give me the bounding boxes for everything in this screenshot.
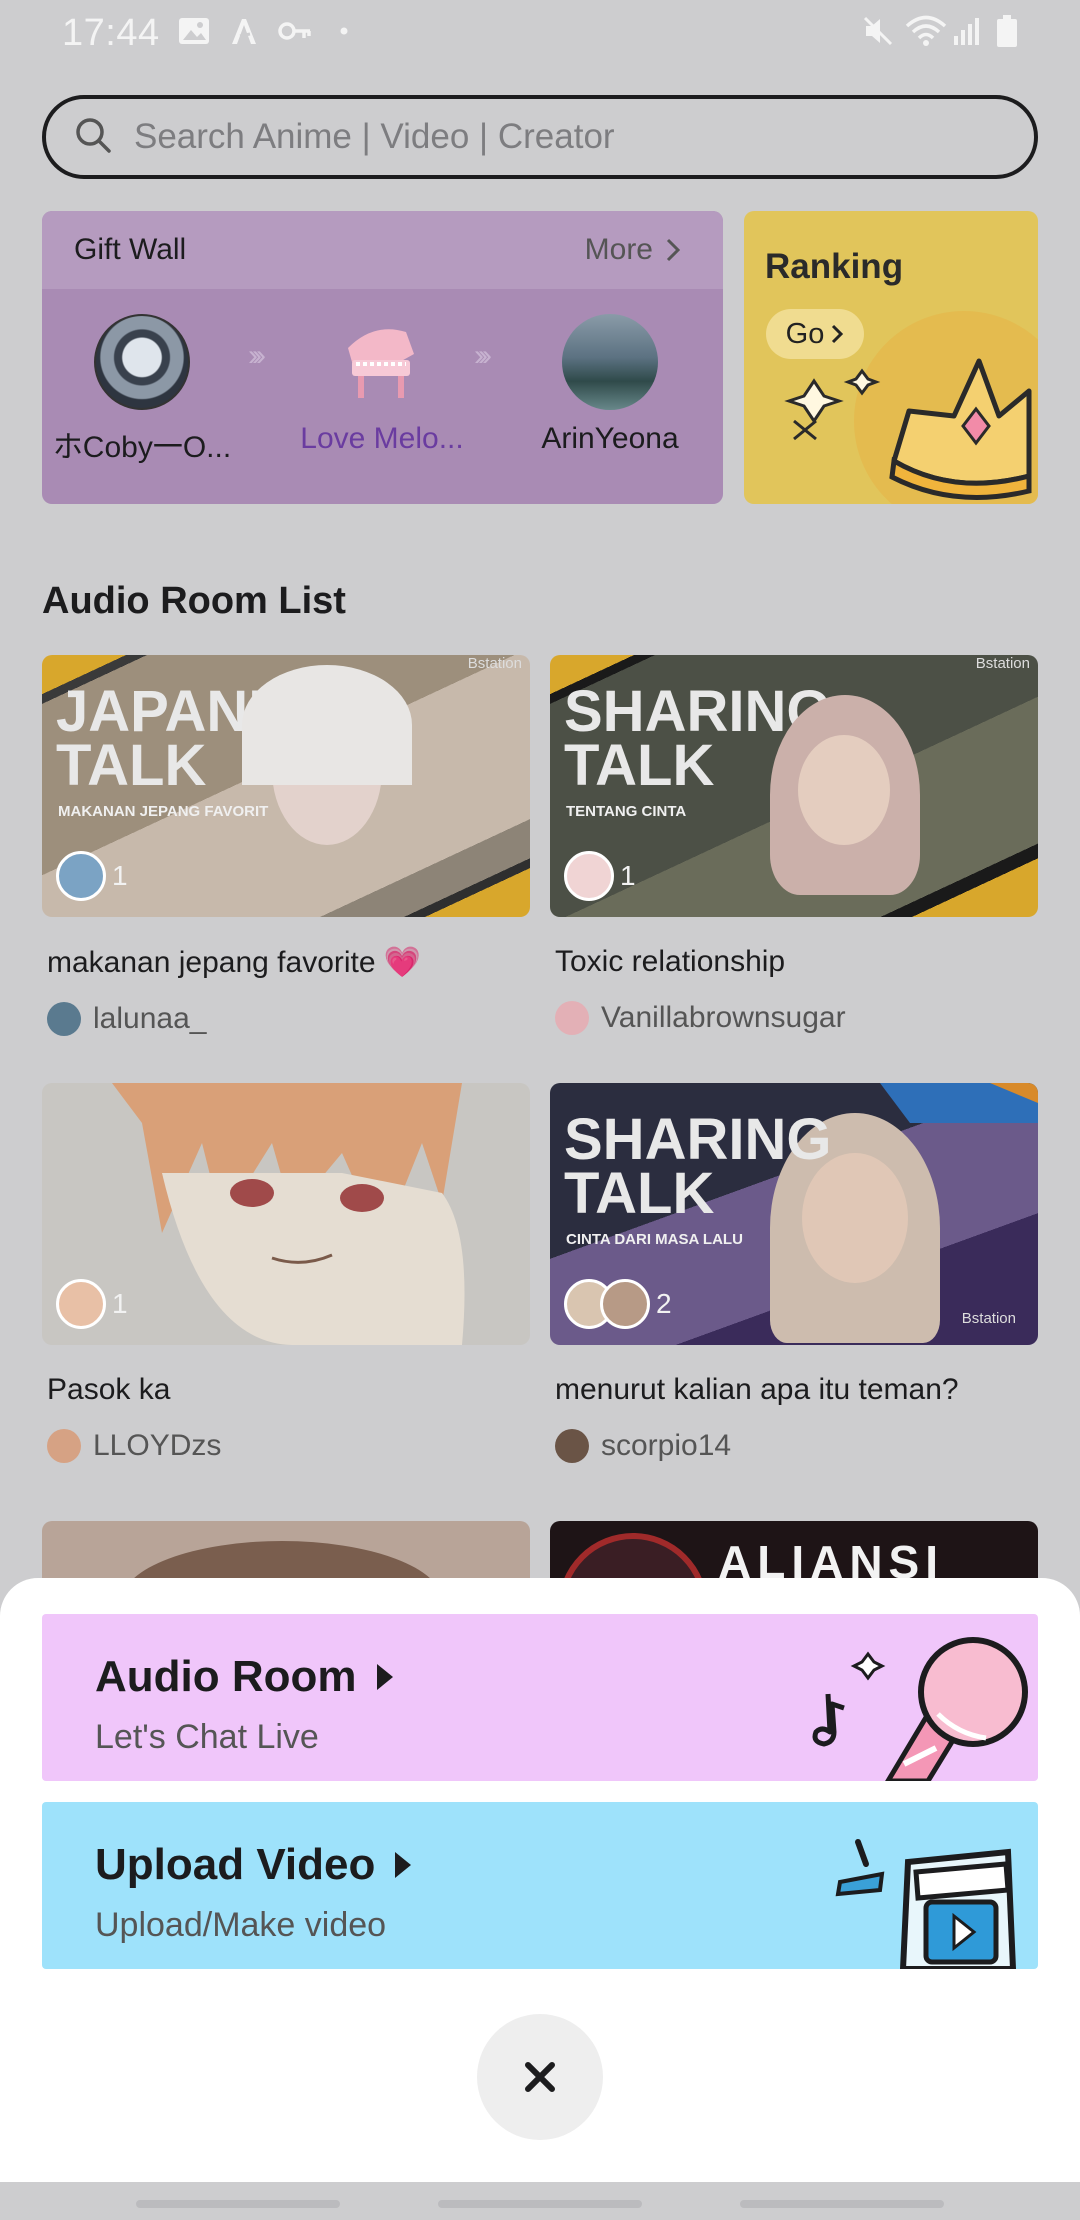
nav-handle[interactable] (438, 2200, 642, 2208)
section-title: Audio Room List (42, 580, 346, 622)
navigation-bar (0, 2182, 1080, 2220)
search-bar[interactable] (42, 95, 1038, 179)
listener-avatar (56, 1279, 106, 1329)
key-icon (278, 14, 312, 48)
ranking-card[interactable]: Ranking Go (744, 211, 1038, 504)
room-title: Pasok ka (47, 1373, 171, 1406)
wifi-icon (905, 14, 947, 48)
upload-video-title: Upload Video (95, 1840, 376, 1889)
play-arrow-icon (395, 1852, 412, 1878)
room-host[interactable]: Vanillabrownsugar (550, 1001, 1038, 1035)
host-name: LLOYDzs (93, 1429, 222, 1462)
gift-wall-more-link[interactable]: More (585, 233, 681, 267)
battery-icon (996, 14, 1018, 48)
gift-item[interactable]: Love Melo... (282, 289, 482, 456)
listener-badge: 1 (56, 1279, 128, 1329)
room-thumbnail: SHARING TALK CINTA DARI MASA LALU Bstatio… (550, 1083, 1038, 1345)
room-card[interactable]: 1 Pasok ka LLOYDzs (42, 1083, 530, 1463)
gift-receiver[interactable]: ArinYeona (510, 289, 710, 456)
banner-text: SHARING TALK (564, 1107, 832, 1226)
microphone-icon (812, 1637, 1028, 1781)
host-name: Vanillabrownsugar (601, 1001, 846, 1034)
room-host[interactable]: lalunaa_ (42, 1002, 530, 1036)
banner-subtitle: CINTA DARI MASA LALU (566, 1231, 743, 1248)
watermark: Bstation (467, 655, 522, 672)
room-host[interactable]: LLOYDzs (42, 1429, 530, 1463)
room-thumbnail: Bstation SHARING TALK TENTANG CINTA 1 (550, 655, 1038, 917)
flow-arrow-icon: ››› (474, 339, 492, 372)
video-clapper-icon (835, 1839, 1017, 1969)
host-name: lalunaa_ (93, 1002, 207, 1035)
search-icon (74, 116, 112, 159)
upload-video-option[interactable]: Upload Video Upload/Make video (42, 1802, 1038, 1969)
room-thumbnail: Bstation JAPANESE TALK MAKANAN JEPANG FAV… (42, 655, 530, 917)
receiver-name: ArinYeona (541, 422, 679, 455)
listener-avatar (564, 851, 614, 901)
listener-badge: 1 (564, 851, 636, 901)
sender-avatar (94, 314, 190, 410)
more-label: More (584, 233, 653, 266)
close-button[interactable] (477, 2014, 603, 2140)
piano-gift-icon (334, 314, 430, 410)
host-name: scorpio14 (601, 1429, 732, 1462)
flow-arrow-icon: ››› (248, 339, 266, 372)
chevron-right-icon (666, 238, 681, 262)
watermark: Bstation (975, 655, 1030, 672)
gift-sender[interactable]: ホCoby一O... (42, 289, 242, 466)
mute-icon (862, 14, 894, 48)
gift-wall-title: Gift Wall (74, 233, 187, 266)
host-avatar (47, 1002, 81, 1036)
room-thumbnail: 1 (42, 1083, 530, 1345)
audio-room-title: Audio Room (95, 1652, 357, 1701)
status-time: 17:44 (62, 12, 160, 54)
room-host[interactable]: scorpio14 (550, 1429, 1038, 1463)
receiver-avatar (562, 314, 658, 410)
upload-video-subtitle: Upload/Make video (95, 1906, 387, 1944)
room-title: makanan jepang favorite 💗 (47, 946, 422, 979)
play-arrow-icon (376, 1664, 393, 1690)
listener-badge: 2 (564, 1279, 672, 1329)
signal-icon (952, 14, 982, 48)
listener-count: 2 (656, 1288, 672, 1319)
listener-avatar (600, 1279, 650, 1329)
room-title: Toxic relationship (555, 945, 786, 978)
audio-room-subtitle: Let's Chat Live (95, 1718, 319, 1756)
gift-name: Love Melo... (300, 422, 464, 455)
room-card[interactable]: Bstation JAPANESE TALK MAKANAN JEPANG FAV… (42, 655, 530, 1036)
listener-count: 1 (112, 1288, 128, 1319)
crown-icon (784, 311, 1038, 504)
host-avatar (555, 1429, 589, 1463)
search-input[interactable] (134, 117, 954, 157)
sender-name: ホCoby一O... (52, 431, 232, 464)
close-icon (525, 2062, 555, 2092)
listener-count: 1 (112, 860, 128, 891)
audio-room-option[interactable]: Audio Room Let's Chat Live (42, 1614, 1038, 1781)
gift-wall-card[interactable]: Gift Wall More ホCoby一O... ››› Love Melo.… (42, 211, 723, 504)
room-card[interactable]: SHARING TALK CINTA DARI MASA LALU Bstatio… (550, 1083, 1038, 1463)
font-icon (228, 14, 258, 48)
gallery-icon (178, 14, 210, 48)
banner-subtitle: MAKANAN JEPANG FAVORIT (58, 803, 269, 820)
room-card[interactable]: Bstation SHARING TALK TENTANG CINTA 1 Tox… (550, 655, 1038, 1035)
status-bar: 17:44 (0, 0, 1080, 66)
photo-face (798, 735, 890, 845)
room-title: menurut kalian apa itu teman? (555, 1373, 959, 1406)
host-avatar (47, 1429, 81, 1463)
watermark: Bstation (961, 1310, 1016, 1327)
listener-badge: 1 (56, 851, 128, 901)
listener-count: 1 (620, 860, 636, 891)
nav-handle[interactable] (740, 2200, 944, 2208)
photo-hijab (242, 665, 412, 785)
banner-subtitle: TENTANG CINTA (566, 803, 687, 820)
host-avatar (555, 1001, 589, 1035)
dot-icon (340, 14, 348, 48)
listener-avatar (56, 851, 106, 901)
nav-handle[interactable] (136, 2200, 340, 2208)
